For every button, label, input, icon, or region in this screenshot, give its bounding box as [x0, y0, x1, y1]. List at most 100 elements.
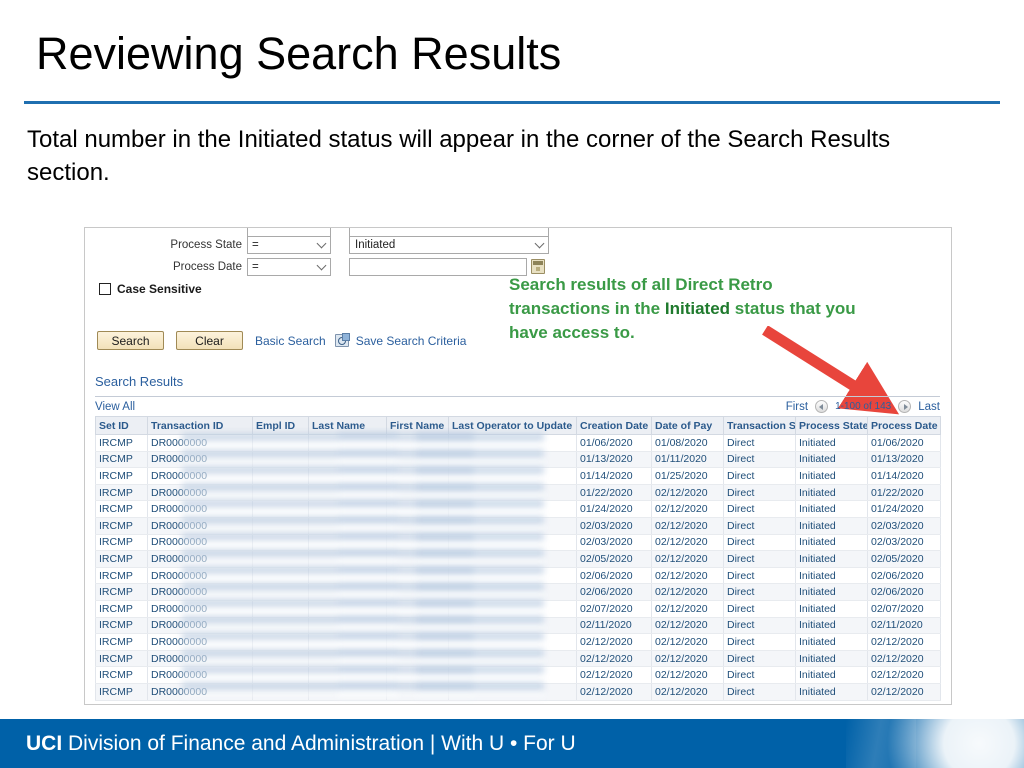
process-date-input[interactable]: [349, 257, 527, 276]
cell-transaction-id: DR0000000: [147, 484, 253, 502]
cell-last-name: [308, 434, 387, 452]
cell-set-id: IRCMP: [95, 484, 148, 502]
cell-last-name: [308, 633, 387, 651]
table-row[interactable]: IRCMP DR0000000 02/12/2020 02/12/2020 Direct…: [95, 633, 941, 651]
table-row[interactable]: IRCMP DR0000000 01/13/2020 01/11/2020 Direct…: [95, 451, 941, 469]
cell-transaction-id: DR0000000: [147, 600, 253, 618]
table-row[interactable]: IRCMP DR0000000 02/03/2020 02/12/2020 Direct…: [95, 517, 941, 535]
table-row[interactable]: IRCMP DR0000000 02/11/2020 02/12/2020 Direct…: [95, 617, 941, 635]
cell-empl-id: [252, 683, 309, 701]
cell-empl-id: [252, 600, 309, 618]
cell-transaction-source: Direct: [723, 583, 796, 601]
cell-last-name: [308, 517, 387, 535]
cell-empl-id: [252, 534, 309, 552]
cell-empl-id: [252, 567, 309, 585]
col-header-last-name[interactable]: Last Name: [308, 416, 387, 435]
cell-process-state: Initiated: [795, 683, 868, 701]
process-state-value-select[interactable]: Initiated: [349, 235, 549, 254]
col-header-creation-date[interactable]: Creation Date: [576, 416, 652, 435]
cell-creation-date: 02/06/2020: [576, 583, 652, 601]
cell-date-of-pay: 02/12/2020: [651, 534, 724, 552]
cell-last-operator: [448, 666, 577, 684]
process-date-operator-select[interactable]: =: [247, 257, 331, 276]
cell-last-name: [308, 534, 387, 552]
cell-creation-date: 01/24/2020: [576, 500, 652, 518]
cell-last-name: [308, 467, 387, 485]
cell-process-date: 01/24/2020: [867, 500, 941, 518]
cell-transaction-id: DR0000000: [147, 633, 253, 651]
col-header-process-date[interactable]: Process Date: [867, 416, 941, 435]
cell-date-of-pay: 01/11/2020: [651, 451, 724, 469]
col-header-set-id[interactable]: Set ID: [95, 416, 148, 435]
table-row[interactable]: IRCMP DR0000000 02/12/2020 02/12/2020 Direct…: [95, 666, 941, 684]
cell-transaction-id: DR0000000: [147, 567, 253, 585]
case-sensitive-checkbox[interactable]: [99, 283, 111, 295]
cell-date-of-pay: 01/08/2020: [651, 434, 724, 452]
cell-empl-id: [252, 550, 309, 568]
col-header-last-operator[interactable]: Last Operator to Update: [448, 416, 577, 435]
cell-first-name: [386, 451, 449, 469]
cell-first-name: [386, 666, 449, 684]
save-search-criteria-link[interactable]: Save Search Criteria: [356, 334, 467, 348]
cell-transaction-id: DR0000000: [147, 534, 253, 552]
process-state-operator-select[interactable]: =: [247, 235, 331, 254]
cell-last-operator: [448, 550, 577, 568]
col-header-first-name[interactable]: First Name: [386, 416, 449, 435]
cell-process-state: Initiated: [795, 600, 868, 618]
chevron-down-icon: [534, 238, 545, 248]
cell-process-date: 02/11/2020: [867, 617, 941, 635]
table-row[interactable]: IRCMP DR0000000 01/14/2020 01/25/2020 Direct…: [95, 467, 941, 485]
cell-date-of-pay: 02/12/2020: [651, 567, 724, 585]
view-all-link[interactable]: View All: [95, 401, 135, 413]
table-row[interactable]: IRCMP DR0000000 02/06/2020 02/12/2020 Direct…: [95, 583, 941, 601]
cell-creation-date: 02/07/2020: [576, 600, 652, 618]
cell-creation-date: 02/03/2020: [576, 517, 652, 535]
table-row[interactable]: IRCMP DR0000000 02/07/2020 02/12/2020 Direct…: [95, 600, 941, 618]
cell-process-date: 02/03/2020: [867, 517, 941, 535]
cell-set-id: IRCMP: [95, 633, 148, 651]
annotation-line-3: have access to.: [509, 323, 635, 342]
pager-next-icon[interactable]: [898, 400, 912, 413]
cell-process-state: Initiated: [795, 617, 868, 635]
cell-process-state: Initiated: [795, 484, 868, 502]
table-row[interactable]: IRCMP DR0000000 02/12/2020 02/12/2020 Direct…: [95, 650, 941, 668]
process-state-label: Process State: [170, 238, 242, 251]
cell-first-name: [386, 650, 449, 668]
col-header-process-state[interactable]: Process State: [795, 416, 868, 435]
pager-last-link[interactable]: Last: [918, 401, 940, 413]
case-sensitive-label: Case Sensitive: [117, 282, 202, 296]
table-row[interactable]: IRCMP DR0000000 01/06/2020 01/08/2020 Direct…: [95, 434, 941, 452]
search-criteria-row-process-state: Process State = Initiated: [85, 235, 549, 254]
save-search-icon[interactable]: [334, 333, 350, 347]
cell-date-of-pay: 02/12/2020: [651, 500, 724, 518]
cell-transaction-id: DR0000000: [147, 500, 253, 518]
cell-transaction-source: Direct: [723, 434, 796, 452]
cell-date-of-pay: 02/12/2020: [651, 550, 724, 568]
cell-last-name: [308, 500, 387, 518]
search-button[interactable]: Search: [97, 331, 164, 350]
case-sensitive-row[interactable]: Case Sensitive: [99, 282, 202, 296]
basic-search-link[interactable]: Basic Search: [255, 334, 326, 348]
cell-transaction-source: Direct: [723, 534, 796, 552]
col-header-transaction-id[interactable]: Transaction ID: [147, 416, 253, 435]
col-header-transaction-source[interactable]: Transaction Source: [723, 416, 796, 435]
cell-last-name: [308, 550, 387, 568]
pager-previous-icon[interactable]: [815, 400, 829, 413]
chevron-down-icon: [316, 238, 327, 248]
pager-first-link[interactable]: First: [786, 401, 808, 413]
table-row[interactable]: IRCMP DR0000000 01/22/2020 02/12/2020 Direct…: [95, 484, 941, 502]
table-row[interactable]: IRCMP DR0000000 01/24/2020 02/12/2020 Direct…: [95, 500, 941, 518]
col-header-date-of-pay[interactable]: Date of Pay: [651, 416, 724, 435]
col-header-empl-id[interactable]: Empl ID: [252, 416, 309, 435]
table-row[interactable]: IRCMP DR0000000 02/05/2020 02/12/2020 Direct…: [95, 550, 941, 568]
cell-process-state: Initiated: [795, 633, 868, 651]
table-row[interactable]: IRCMP DR0000000 02/06/2020 02/12/2020 Direct…: [95, 567, 941, 585]
cell-transaction-id: DR0000000: [147, 517, 253, 535]
table-row[interactable]: IRCMP DR0000000 02/03/2020 02/12/2020 Direct…: [95, 534, 941, 552]
clear-button[interactable]: Clear: [176, 331, 243, 350]
cell-process-state: Initiated: [795, 467, 868, 485]
cell-transaction-source: Direct: [723, 500, 796, 518]
calendar-icon[interactable]: [531, 259, 545, 274]
cell-set-id: IRCMP: [95, 567, 148, 585]
table-row[interactable]: IRCMP DR0000000 02/12/2020 02/12/2020 Direct…: [95, 683, 941, 701]
